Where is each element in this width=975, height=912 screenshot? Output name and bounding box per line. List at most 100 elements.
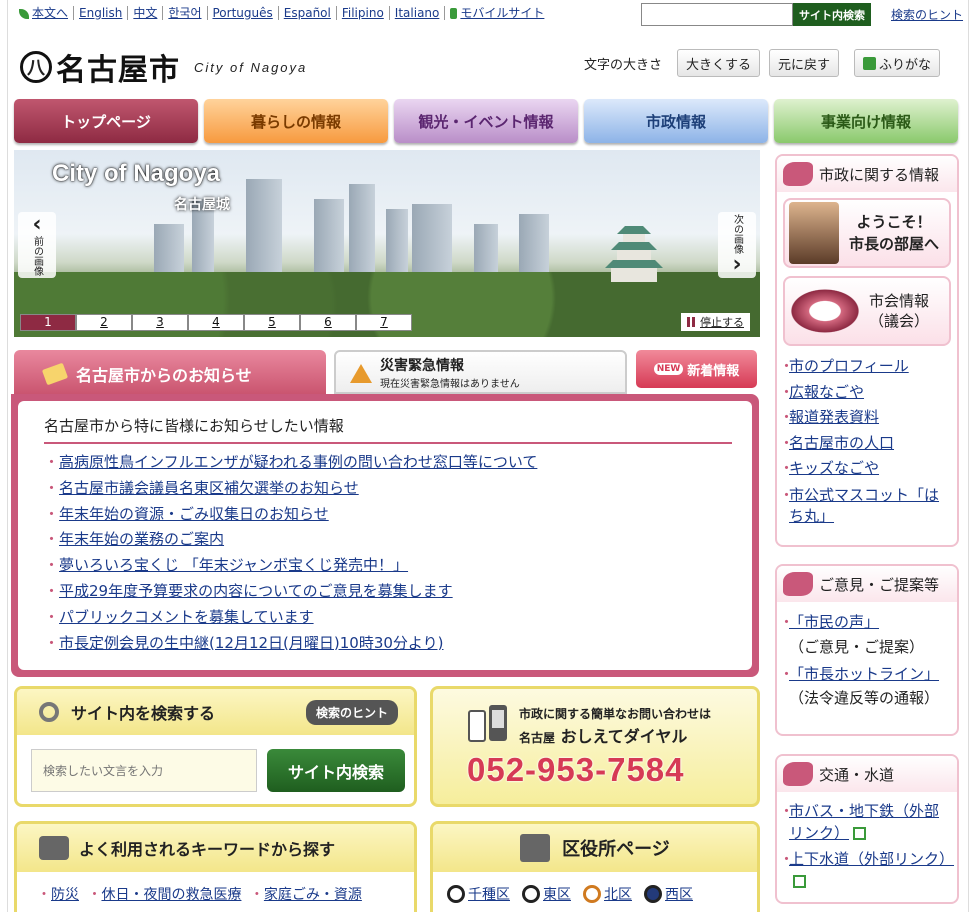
mayor-room-banner[interactable]: ようこそ！ 市長の部屋へ	[783, 198, 951, 268]
slide-page-6[interactable]: 6	[300, 314, 356, 331]
list-item: 年末年始の資源・ごみ収集日のお知らせ	[44, 502, 732, 528]
lang-spanish-link[interactable]: Español	[279, 6, 337, 20]
header-search-hint-link[interactable]: 検索のヒント	[891, 6, 963, 23]
notices-panel: 名古屋市から特に皆様にお知らせしたい情報 高病原性鳥インフルエンザが疑われる事例…	[11, 394, 759, 677]
list-item: 「市民の声」（ご意見・ご提案）	[779, 610, 947, 658]
notice-link[interactable]: パブリックコメントを募集しています	[59, 608, 314, 626]
notice-link[interactable]: 年末年始の資源・ごみ収集日のお知らせ	[59, 505, 329, 523]
ward-emblem-icon	[583, 885, 601, 903]
keyword-link[interactable]: 家庭ごみ・資源	[264, 887, 362, 903]
list-item: 市長定例会見の生中継(12月12日(月曜日)10時30分より)	[44, 631, 732, 657]
sidebar-link[interactable]: 市公式マスコット「はち丸」	[789, 486, 939, 525]
furigana-icon	[863, 56, 877, 70]
pause-icon	[687, 317, 690, 327]
tab-new-info[interactable]: NEW 新着情報	[636, 350, 757, 388]
list-item: 上下水道（外部リンク）	[779, 848, 954, 892]
ward-emblem-icon	[644, 885, 662, 903]
lang-portuguese-link[interactable]: Português	[208, 6, 279, 20]
font-size-label: 文字の大きさ	[584, 57, 663, 73]
ward-link-kita[interactable]: 北区	[583, 884, 632, 904]
next-slide-button[interactable]: 次の画像 ›	[718, 212, 756, 278]
sidebar-link[interactable]: 報道発表資料	[789, 408, 879, 426]
nav-tab-top[interactable]: トップページ	[14, 99, 198, 143]
slide-page-3[interactable]: 3	[132, 314, 188, 331]
sidebar-transport-panel: 交通・水道 市バス・地下鉄（外部リンク） 上下水道（外部リンク）	[775, 754, 959, 904]
prev-slide-button[interactable]: ‹ 前の画像	[18, 212, 56, 278]
ward-link-higashi[interactable]: 東区	[522, 884, 571, 904]
notices-list: 高病原性鳥インフルエンザが疑われる事例の問い合わせ窓口等について 名古屋市議会議…	[44, 450, 732, 656]
slide-page-1[interactable]: 1	[20, 314, 76, 331]
search-hint-button[interactable]: 検索のヒント	[305, 699, 398, 725]
sidebar-link[interactable]: 「市長ホットライン」	[789, 665, 939, 683]
slideshow-stop-button[interactable]: 停止する	[681, 313, 750, 331]
notice-link[interactable]: 市長定例会見の生中継(12月12日(月曜日)10時30分より)	[59, 634, 443, 652]
lang-english-link[interactable]: English	[74, 6, 129, 20]
slide-page-4[interactable]: 4	[188, 314, 244, 331]
city-council-banner[interactable]: 市会情報 （議会）	[783, 276, 951, 346]
font-size-controls: 文字の大きさ 大きくする 元に戻す ふりがな	[584, 49, 949, 77]
sidebar-policy-links: 市のプロフィール 広報なごや 報道発表資料 名古屋市の人口 キッズなごや 市公式…	[777, 346, 957, 527]
skyline-building	[412, 204, 452, 279]
language-bar: 本文へ English 中文 한국어 Português Español Fil…	[14, 3, 549, 23]
slide-page-2[interactable]: 2	[76, 314, 132, 331]
notice-link[interactable]: 名古屋市議会議員名東区補欠選挙のお知らせ	[59, 479, 359, 497]
lang-italian-link[interactable]: Italiano	[390, 6, 446, 20]
slide-pager: 1 2 3 4 5 6 7	[20, 314, 412, 331]
lang-korean-link[interactable]: 한국어	[163, 6, 208, 20]
nav-tab-living[interactable]: 暮らしの情報	[204, 99, 388, 143]
main-nav: トップページ 暮らしの情報 観光・イベント情報 市政情報 事業向け情報	[14, 99, 958, 143]
ward-link-nishi[interactable]: 西区	[644, 884, 693, 904]
skyline-building	[519, 214, 549, 279]
skyline-building	[246, 179, 282, 279]
keyword-link[interactable]: 休日・夜間の救急医療	[101, 887, 241, 903]
megaphone-icon	[41, 362, 69, 386]
tab-city-notices[interactable]: 名古屋市からのお知らせ	[14, 350, 326, 398]
chevron-right-icon: ›	[732, 252, 742, 277]
furigana-button[interactable]: ふりがな	[854, 49, 941, 77]
slide-page-5[interactable]: 5	[244, 314, 300, 331]
lang-chinese-link[interactable]: 中文	[128, 6, 164, 20]
site-search-button[interactable]: サイト内検索	[267, 749, 405, 792]
sidebar-link[interactable]: 市のプロフィール	[789, 357, 909, 375]
skip-to-content-link[interactable]: 本文へ	[14, 6, 75, 20]
list-item: 名古屋市議会議員名東区補欠選挙のお知らせ	[44, 476, 732, 502]
sidebar-opinion-panel: ご意見・ご提案等 「市民の声」（ご意見・ご提案） 「市長ホットライン」（法令違反…	[775, 564, 959, 736]
nav-tab-government[interactable]: 市政情報	[584, 99, 768, 143]
chevron-left-icon: ‹	[32, 212, 42, 237]
mobile-site-link[interactable]: モバイルサイト	[445, 6, 549, 20]
font-reset-button[interactable]: 元に戻す	[769, 49, 840, 77]
speech-bubble-icon	[39, 836, 69, 860]
notice-link[interactable]: 年末年始の業務のご案内	[59, 530, 224, 548]
slide-page-7[interactable]: 7	[356, 314, 412, 331]
sidebar-link[interactable]: 「市民の声」	[789, 613, 879, 631]
sidebar-policy-panel: 市政に関する情報 ようこそ！市長の部屋へ 市会情報（議会） 市のプロフィール 広…	[775, 154, 959, 547]
lang-filipino-link[interactable]: Filipino	[337, 6, 390, 20]
tab-disaster-info[interactable]: 災害緊急情報 現在災害緊急情報はありません	[334, 350, 627, 394]
oshiete-dial-banner[interactable]: 市政に関する簡単なお問い合わせは 名古屋 おしえてダイヤル 052-953-75…	[430, 686, 760, 807]
header-search-input[interactable]	[641, 3, 793, 26]
warning-icon	[350, 364, 372, 383]
sidebar-link[interactable]: キッズなごや	[789, 459, 879, 477]
ward-link-chikusa[interactable]: 千種区	[447, 884, 510, 904]
list-item: パブリックコメントを募集しています	[44, 605, 732, 631]
nav-tab-business[interactable]: 事業向け情報	[774, 99, 958, 143]
notices-heading: 名古屋市から特に皆様にお知らせしたい情報	[44, 415, 732, 444]
sidebar-link[interactable]: 上下水道（外部リンク）	[789, 850, 954, 868]
nagoya-castle-illustration	[605, 226, 663, 282]
site-search-input[interactable]	[31, 749, 257, 792]
notice-link[interactable]: 高病原性鳥インフルエンザが疑われる事例の問い合わせ窓口等について	[59, 453, 537, 471]
notice-link[interactable]: 平成29年度予算要求の内容についてのご意見を募集します	[59, 582, 453, 600]
hero-caption: 名古屋城	[174, 197, 230, 213]
header-search-button[interactable]: サイト内検索	[793, 3, 871, 26]
notice-link[interactable]: 夢いろいろ宝くじ 「年末ジャンボ宝くじ発売中！」	[59, 556, 408, 574]
shachihoko-icon	[783, 762, 813, 786]
sidebar-link[interactable]: 広報なごや	[789, 383, 864, 401]
pause-icon	[692, 317, 695, 327]
ward-emblem-icon	[522, 885, 540, 903]
sidebar-link[interactable]: 名古屋市の人口	[789, 434, 894, 452]
site-logo[interactable]: 八 名古屋市 City of Nagoya	[20, 45, 307, 89]
font-bigger-button[interactable]: 大きくする	[677, 49, 761, 77]
nav-tab-tourism[interactable]: 観光・イベント情報	[394, 99, 578, 143]
search-icon	[39, 702, 59, 722]
keyword-link[interactable]: 防災	[51, 887, 79, 903]
